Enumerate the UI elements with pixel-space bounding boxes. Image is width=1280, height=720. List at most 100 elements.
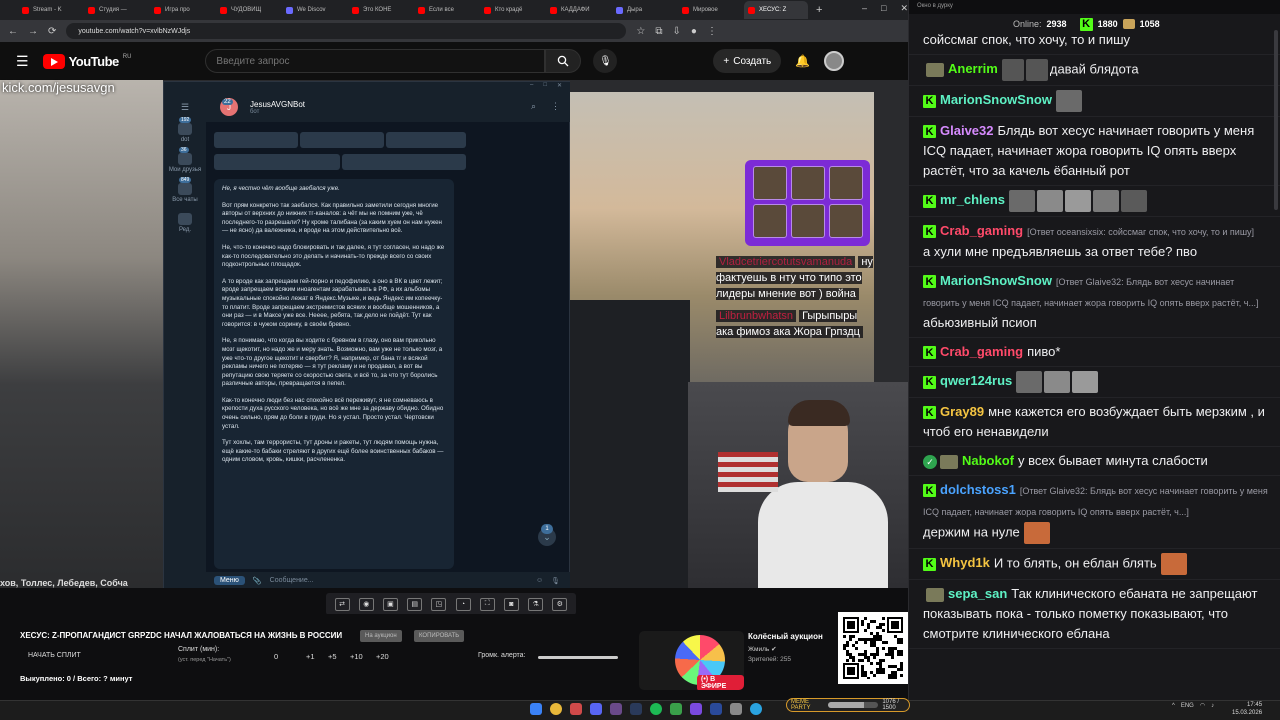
browser-tab[interactable]: Студия — <box>84 1 148 19</box>
tg-folder-0[interactable]: 192 dot <box>165 117 205 143</box>
tray-arrow-icon[interactable]: ^ <box>1172 703 1175 709</box>
split-add-20-button[interactable]: +20 <box>376 652 389 661</box>
chat-username[interactable]: dolchstoss1 <box>940 482 1016 497</box>
star-icon[interactable]: ☆ <box>636 26 645 37</box>
start-split-button[interactable]: НАЧАТЬ СПЛИТ <box>28 652 81 659</box>
to-auction-button[interactable]: На аукцион <box>360 630 402 642</box>
chat-username[interactable]: Gray89 <box>940 404 984 419</box>
language-indicator[interactable]: ENG <box>1181 703 1194 709</box>
tg-folder-3[interactable]: Ред. <box>165 213 205 233</box>
keyboard-button[interactable] <box>342 154 466 170</box>
chrome-icon[interactable] <box>550 703 562 715</box>
minimize-icon[interactable]: – <box>862 3 867 14</box>
extensions-icon[interactable]: ⧉ <box>655 26 662 37</box>
browser-tab[interactable]: ЧУДОВИЩ <box>216 1 280 19</box>
app-icon[interactable] <box>670 703 682 715</box>
maximize-icon[interactable]: □ <box>881 3 886 14</box>
taskbar-clock[interactable]: 17:45 15.03.2026 <box>1232 701 1262 717</box>
split-value-button[interactable]: 0 <box>274 652 278 661</box>
swap-icon[interactable]: ⇄ <box>334 597 350 611</box>
chat-username[interactable]: Anerrim <box>948 61 998 76</box>
app-icon[interactable] <box>710 703 722 715</box>
lab-icon[interactable]: ⚗ <box>528 597 544 611</box>
chat-username[interactable]: Nabokof <box>962 453 1014 468</box>
emoji-icon[interactable]: ☺ <box>536 577 543 584</box>
split-add-10-button[interactable]: +10 <box>350 652 363 661</box>
tg-folder-2[interactable]: 849 Все чаты <box>165 177 205 203</box>
fullscreen-icon[interactable]: ⛶ <box>479 597 495 611</box>
chat-username[interactable]: Crab_gaming <box>940 223 1023 238</box>
profile-icon[interactable]: ● <box>691 26 697 37</box>
reload-icon[interactable]: ⟳ <box>48 26 56 37</box>
tg-maximize-icon[interactable]: □ <box>543 82 547 92</box>
chat-username[interactable]: MarionSnowSnow <box>940 273 1052 288</box>
app-icon[interactable] <box>610 703 622 715</box>
create-button[interactable]: + Создать <box>713 49 782 73</box>
forward-icon[interactable]: → <box>28 26 38 37</box>
browser-tab[interactable]: Кто крадё <box>480 1 544 19</box>
volume-icon[interactable]: ♪ <box>1211 703 1214 709</box>
alert-volume-slider[interactable] <box>538 656 618 659</box>
browser-tab[interactable]: Если все <box>414 1 478 19</box>
attach-icon[interactable]: 📎 <box>253 577 262 585</box>
camera-icon[interactable]: ◙ <box>503 597 519 611</box>
speed-icon[interactable]: ◔ <box>455 597 471 611</box>
film-icon[interactable]: ▤ <box>407 597 423 611</box>
bot-menu-button[interactable]: Меню <box>214 576 245 585</box>
keyboard-button[interactable] <box>214 132 298 148</box>
steam-icon[interactable] <box>630 703 642 715</box>
keyboard-button[interactable] <box>300 132 384 148</box>
browser-tab[interactable]: Это КОНЕ <box>348 1 412 19</box>
browser-tab[interactable]: Игра про <box>150 1 214 19</box>
browser-tab[interactable]: Stream - K <box>18 1 82 19</box>
tg-folder-1[interactable]: 36 Мои друзья <box>165 147 205 173</box>
broadcast-icon[interactable]: ◉ <box>358 597 374 611</box>
tg-menu-icon[interactable]: ☰ <box>181 102 189 113</box>
wifi-icon[interactable]: ◠ <box>1200 702 1205 709</box>
chat-username[interactable]: qwer124rus <box>940 373 1012 388</box>
screen-icon[interactable]: ▣ <box>382 597 398 611</box>
chat-username[interactable]: MarionSnowSnow <box>940 92 1052 107</box>
discord-icon[interactable] <box>590 703 602 715</box>
notifications-bell-icon[interactable]: 🔔 <box>795 54 810 68</box>
copy-button[interactable]: КОПИРОВАТЬ <box>414 630 465 642</box>
chat-scrollbar[interactable] <box>1274 30 1278 210</box>
chat-username[interactable]: Whyd1k <box>940 555 990 570</box>
browser-tab[interactable]: КАДДАФИ <box>546 1 610 19</box>
app-icon[interactable] <box>690 703 702 715</box>
stream-preview-thumbnail[interactable]: (•) В ЭФИРЕ <box>639 631 744 690</box>
tg-search-icon[interactable]: ⌕ <box>531 101 536 112</box>
browser-tab[interactable]: We Discov <box>282 1 346 19</box>
voice-search-button[interactable]: 🎙 <box>593 49 618 73</box>
back-icon[interactable]: ← <box>8 26 18 37</box>
keyboard-button[interactable] <box>386 132 466 148</box>
browser-menu-icon[interactable]: ⋮ <box>707 26 717 37</box>
tg-close-icon[interactable]: ✕ <box>557 82 562 92</box>
keyboard-button[interactable] <box>214 154 340 170</box>
message-input[interactable]: Сообщение... <box>270 577 314 584</box>
download-icon[interactable]: ⇩ <box>673 26 681 37</box>
browser-tab[interactable]: ХЕСУС: Z <box>744 1 808 19</box>
settings-icon[interactable]: ⚙ <box>552 597 568 611</box>
browser-tab[interactable]: Мировое <box>678 1 742 19</box>
split-add-1-button[interactable]: +1 <box>306 652 315 661</box>
app-icon[interactable] <box>570 703 582 715</box>
browser-tab[interactable]: Дыра <box>612 1 676 19</box>
youtube-logo[interactable]: YouTube RU <box>42 53 131 69</box>
close-icon[interactable]: ✕ <box>900 3 908 14</box>
spotify-icon[interactable] <box>650 703 662 715</box>
telegram-icon[interactable] <box>750 703 762 715</box>
split-add-5-button[interactable]: +5 <box>328 652 337 661</box>
url-field[interactable]: youtube.com/watch?v=xvlbNzWJdjs <box>66 23 627 39</box>
hamburger-menu-icon[interactable]: ☰ <box>16 53 29 70</box>
chat-username[interactable]: mr_chlens <box>940 192 1005 207</box>
search-button[interactable] <box>545 49 582 73</box>
pip-icon[interactable]: ◳ <box>431 597 447 611</box>
tg-minimize-icon[interactable]: – <box>530 82 533 92</box>
voice-icon[interactable]: 🎙 <box>551 577 560 585</box>
start-icon[interactable] <box>530 703 542 715</box>
new-tab-button[interactable]: + <box>816 4 822 16</box>
app-icon[interactable] <box>730 703 742 715</box>
chat-username[interactable]: Crab_gaming <box>940 344 1023 359</box>
search-input[interactable] <box>205 49 546 73</box>
